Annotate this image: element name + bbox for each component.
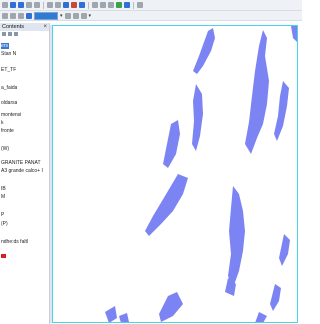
close-icon[interactable]: × [43, 23, 47, 31]
toc-layer-item[interactable]: a_faida [1, 85, 17, 91]
map-feature[interactable] [255, 312, 267, 323]
toc-layer-item[interactable]: ers [1, 43, 9, 49]
overview-icon[interactable] [72, 12, 79, 19]
fixed-zoom-icon[interactable] [26, 12, 32, 19]
select-features-icon[interactable] [63, 2, 69, 8]
toc-title-bar: Contents × [0, 23, 49, 31]
forward-extent-icon[interactable] [55, 2, 61, 8]
main-toolbar [0, 0, 302, 11]
toc-layer-item[interactable]: (P) [1, 221, 8, 227]
list-by-visibility-icon[interactable] [14, 32, 18, 36]
zoom-out-icon[interactable] [18, 2, 24, 8]
list-by-source-icon[interactable] [8, 32, 12, 36]
legend-swatch [1, 254, 6, 258]
toc-layer-item[interactable]: A3 grande calco+ I [1, 168, 43, 174]
toc-layer-item[interactable]: M [1, 194, 5, 200]
table-of-contents-panel: Contents × ers Stan N ET_TF a_faida olda… [0, 23, 50, 324]
map-feature[interactable] [279, 234, 290, 266]
layout-icon[interactable] [137, 2, 143, 8]
map-feature[interactable] [105, 306, 117, 323]
map-feature[interactable] [163, 120, 180, 168]
hyperlink-icon[interactable] [108, 2, 114, 8]
identify-icon[interactable] [79, 2, 85, 8]
chevron-down-icon[interactable]: ▾ [60, 13, 63, 19]
full-extent-icon[interactable] [34, 2, 40, 8]
map-feature[interactable] [245, 30, 269, 154]
html-popup-icon[interactable] [116, 2, 122, 8]
scale-field[interactable] [34, 11, 58, 20]
pointer-icon[interactable] [10, 12, 16, 19]
find-icon[interactable] [92, 2, 98, 8]
map-feature[interactable] [291, 26, 298, 44]
magnifier-icon[interactable] [80, 12, 87, 19]
clear-selection-icon[interactable] [71, 2, 77, 8]
map-feature[interactable] [192, 84, 203, 151]
toolbar-separator [88, 1, 89, 9]
map-feature[interactable] [228, 186, 245, 288]
measure-icon[interactable] [100, 2, 106, 8]
map-feature[interactable] [119, 313, 129, 323]
pan-icon[interactable] [18, 12, 24, 19]
toc-layer-item[interactable]: montensi [1, 112, 21, 118]
back-extent-icon[interactable] [47, 2, 53, 8]
toc-layer-item[interactable]: IB [1, 186, 6, 192]
chevron-down-icon[interactable]: ▾ [89, 13, 92, 19]
toc-layer-item[interactable]: GRANITE PANAT [1, 160, 41, 166]
time-slider-icon[interactable] [124, 2, 130, 8]
toc-layer-item[interactable]: P [1, 212, 4, 218]
zoom-in-icon[interactable] [10, 2, 16, 8]
toc-layer-item[interactable]: (W) [1, 146, 9, 152]
toc-layer-item[interactable]: ET_TF [1, 67, 16, 73]
secondary-toolbar: ▾ ▾ [0, 11, 302, 21]
toc-layer-item[interactable]: ndhe:ds faltl [1, 239, 28, 245]
grip-icon [2, 2, 8, 8]
toc-layer-item[interactable]: k [1, 120, 4, 126]
toc-toolbar [0, 31, 49, 37]
toc-layer-item[interactable]: oldarsa [1, 100, 17, 106]
map-feature[interactable] [193, 28, 215, 74]
map-canvas[interactable] [52, 25, 298, 323]
toolbar-separator [133, 1, 134, 9]
map-feature[interactable] [159, 292, 183, 322]
map-feature[interactable] [274, 81, 289, 141]
map-tips-icon[interactable] [64, 12, 71, 19]
toc-title: Contents [2, 24, 25, 30]
map-features [105, 26, 298, 323]
toc-layer-item[interactable]: Stan N [1, 51, 16, 57]
list-by-drawing-order-icon[interactable] [2, 32, 6, 36]
map-feature[interactable] [270, 284, 281, 311]
map-feature[interactable] [145, 174, 188, 236]
grip-icon [2, 12, 8, 19]
toc-layer-item[interactable]: fronte [1, 128, 14, 134]
toolbar-separator [43, 1, 44, 9]
pan-icon[interactable] [26, 2, 32, 8]
